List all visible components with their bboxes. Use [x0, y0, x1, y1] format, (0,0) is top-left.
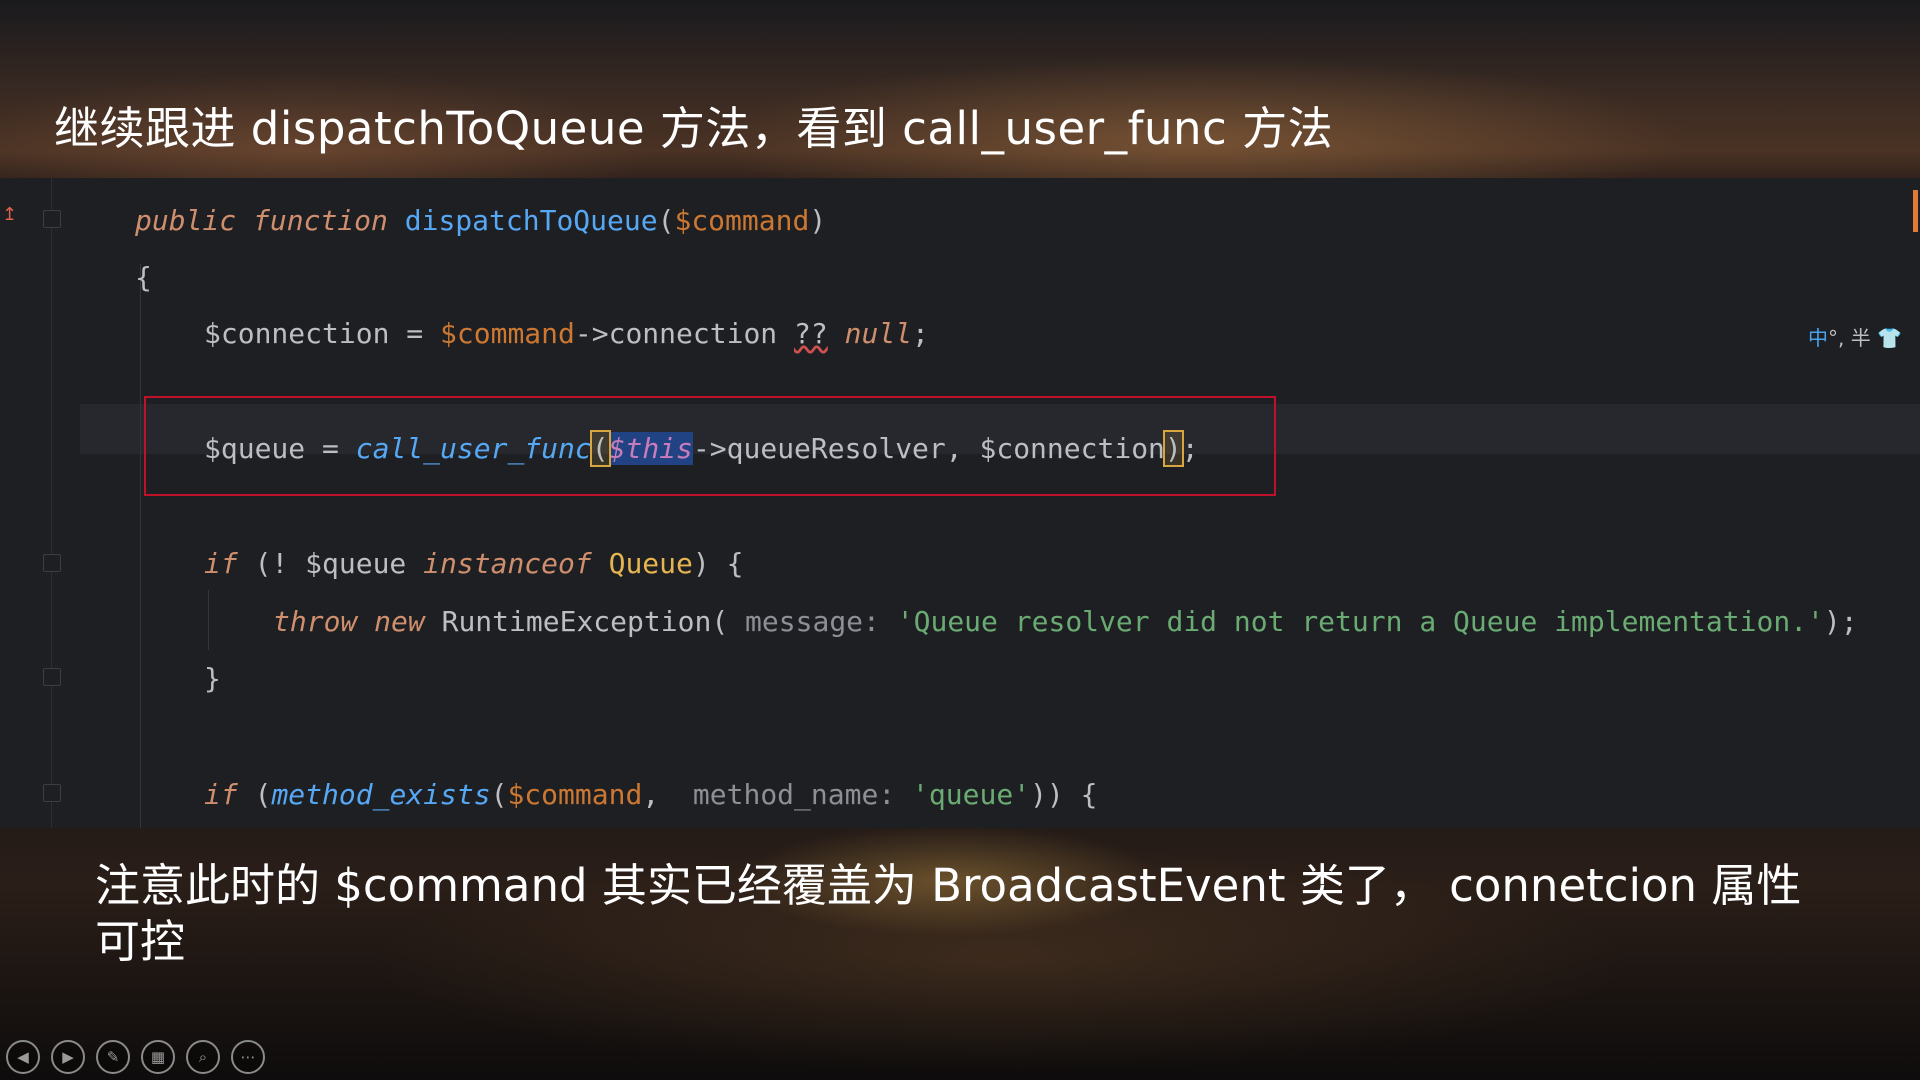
indent-guide [140, 264, 141, 828]
code-line-5: if (! $queue instanceof Queue) { [204, 547, 744, 580]
ime-indicator[interactable]: 中°, 半 👕 [1808, 322, 1902, 351]
slideshow-controls: ◀ ▶ ✎ ▦ ⌕ ⋯ [6, 1040, 265, 1076]
zoom-icon[interactable]: ⌕ [186, 1040, 220, 1074]
code-line-7: } [204, 662, 221, 695]
slide-title: 继续跟进 dispatchToQueue 方法，看到 call_user_fun… [54, 102, 1334, 155]
scrollbar-marker[interactable] [1913, 190, 1918, 232]
pen-icon[interactable]: ✎ [96, 1040, 130, 1074]
code-line-3: $connection = $command->connection ?? nu… [204, 317, 929, 350]
slide-subtitle: 注意此时的 $command 其实已经覆盖为 BroadcastEvent 类了… [95, 859, 1802, 968]
code-line-6: throw new RuntimeException( message: 'Qu… [273, 605, 1858, 638]
code-line-2: { [135, 261, 152, 294]
previous-icon[interactable]: ◀ [6, 1040, 40, 1074]
annotation-highlight-box [144, 396, 1276, 496]
slides-grid-icon[interactable]: ▦ [141, 1040, 175, 1074]
next-icon[interactable]: ▶ [51, 1040, 85, 1074]
indent-guide [208, 590, 209, 650]
code-text[interactable]: public function dispatchToQueue($command… [0, 178, 1858, 811]
code-line-8: if (method_exists($command, method_name:… [204, 778, 1098, 811]
code-editor[interactable]: ↥ public function dispatchToQueue($comma… [0, 178, 1920, 828]
fold-toggle-icon[interactable] [43, 784, 61, 802]
more-icon[interactable]: ⋯ [231, 1040, 265, 1074]
code-line-1: public function dispatchToQueue($command… [135, 204, 827, 237]
